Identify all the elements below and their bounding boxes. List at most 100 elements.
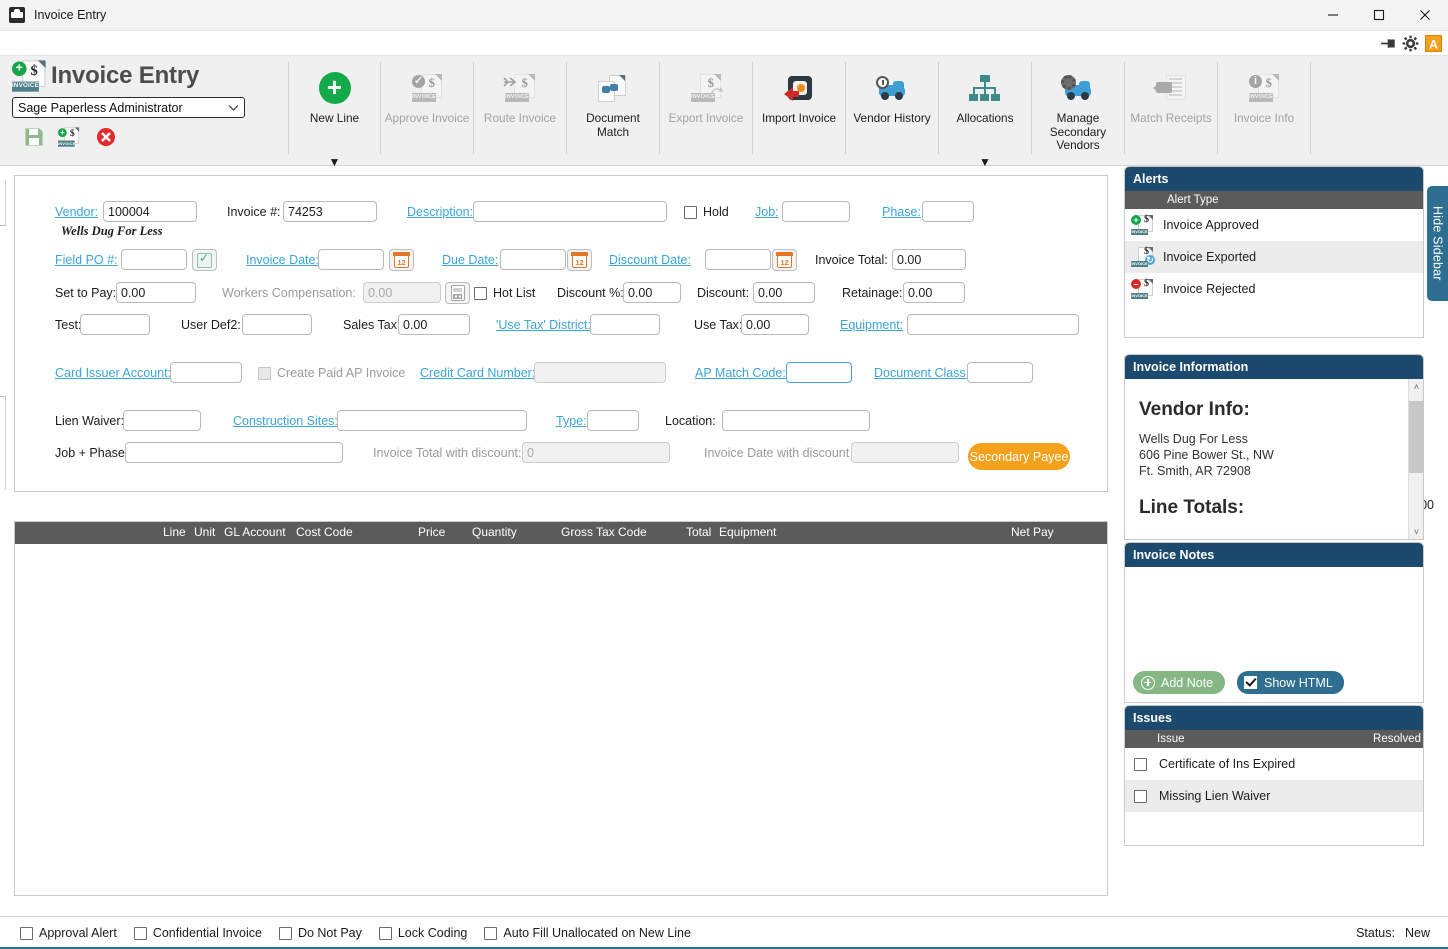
maximize-button[interactable] bbox=[1356, 0, 1402, 31]
cancel-icon[interactable] bbox=[96, 127, 116, 147]
approval-alert-checkbox[interactable]: Approval Alert bbox=[20, 926, 117, 940]
grid-col-quantity[interactable]: Quantity bbox=[472, 525, 517, 539]
invoice-total-input[interactable] bbox=[892, 249, 966, 270]
grid-col-unit[interactable]: Unit bbox=[194, 525, 215, 539]
scroll-up-icon[interactable]: ˄ bbox=[1409, 379, 1423, 394]
type-label[interactable]: Type: bbox=[556, 414, 587, 428]
ribbon-button-invoice-info[interactable]: $ i INVOICE Invoice Info bbox=[1218, 62, 1311, 154]
invoice-date-label[interactable]: Invoice Date: bbox=[246, 253, 319, 267]
grid-col-net-pay[interactable]: Net Pay bbox=[1011, 525, 1054, 539]
test-input[interactable] bbox=[80, 314, 150, 335]
due-date-input[interactable] bbox=[500, 249, 566, 270]
grid-col-gl-account[interactable]: GL Account bbox=[224, 525, 286, 539]
equipment-label[interactable]: Equipment: bbox=[840, 318, 903, 332]
ap-match-code-label[interactable]: AP Match Code: bbox=[695, 366, 786, 380]
vendor-input[interactable] bbox=[103, 201, 197, 222]
workers-compensation-calculator-button[interactable] bbox=[445, 282, 470, 304]
ribbon-button-new-line[interactable]: + New Line ▼ bbox=[288, 62, 381, 168]
hide-sidebar-tab[interactable]: Hide Sidebar bbox=[1427, 186, 1448, 301]
user-select[interactable]: Sage Paperless Administrator bbox=[12, 97, 245, 118]
due-date-calendar-button[interactable]: 12 bbox=[567, 249, 592, 271]
grid-col-price[interactable]: Price bbox=[418, 525, 445, 539]
hold-checkbox[interactable]: Hold bbox=[684, 205, 729, 219]
phase-label[interactable]: Phase: bbox=[882, 205, 921, 219]
ap-match-code-input[interactable] bbox=[786, 362, 852, 383]
ribbon-button-match-receipts[interactable]: Match Receipts bbox=[1125, 62, 1218, 154]
discount-date-input[interactable] bbox=[705, 249, 771, 270]
close-button[interactable] bbox=[1402, 0, 1448, 31]
description-label[interactable]: Description: bbox=[407, 205, 473, 219]
field-po-lookup-button[interactable] bbox=[192, 249, 217, 271]
due-date-label[interactable]: Due Date: bbox=[442, 253, 498, 267]
field-po-label[interactable]: Field PO #: bbox=[55, 253, 118, 267]
issue-row-missing-lien-waiver[interactable]: Missing Lien Waiver bbox=[1125, 780, 1423, 812]
discount-date-calendar-button[interactable]: 12 bbox=[772, 249, 797, 271]
job-label[interactable]: Job: bbox=[755, 205, 779, 219]
do-not-pay-checkbox[interactable]: Do Not Pay bbox=[278, 926, 362, 940]
alert-row-invoice-approved[interactable]: $ + INVOICE Invoice Approved bbox=[1125, 209, 1423, 241]
type-input[interactable] bbox=[587, 410, 639, 431]
user-def2-input[interactable] bbox=[242, 314, 312, 335]
field-po-input[interactable] bbox=[121, 249, 187, 270]
hot-list-checkbox[interactable]: Hot List bbox=[474, 286, 535, 300]
discount-date-label[interactable]: Discount Date: bbox=[609, 253, 691, 267]
save-icon[interactable] bbox=[24, 127, 44, 147]
credit-card-number-label[interactable]: Credit Card Number: bbox=[420, 366, 535, 380]
scroll-down-icon[interactable]: ˅ bbox=[1409, 524, 1423, 539]
retainage-input[interactable] bbox=[903, 282, 965, 303]
card-issuer-account-input[interactable] bbox=[170, 362, 242, 383]
ribbon-button-export-invoice[interactable]: $ INVOICE Export Invoice bbox=[660, 62, 753, 154]
job-phase-input[interactable] bbox=[125, 442, 343, 463]
use-tax-district-label[interactable]: 'Use Tax' District: bbox=[496, 318, 591, 332]
ribbon-button-vendor-history[interactable]: Vendor History bbox=[846, 62, 939, 154]
invoice-number-input[interactable] bbox=[283, 201, 377, 222]
left-collapse-strip[interactable] bbox=[0, 180, 6, 490]
scrollbar-thumb[interactable] bbox=[1409, 401, 1423, 473]
chevron-down-icon[interactable]: ▼ bbox=[979, 156, 991, 168]
grid-col-line[interactable]: Line bbox=[163, 525, 186, 539]
discount-input[interactable] bbox=[753, 282, 815, 303]
lock-coding-checkbox[interactable]: Lock Coding bbox=[378, 926, 467, 940]
line-items-grid[interactable]: Line Unit GL Account Cost Code Price Qua… bbox=[14, 521, 1108, 896]
issue-row-certificate-of-ins-expired[interactable]: Certificate of Ins Expired bbox=[1125, 748, 1423, 780]
vendor-label[interactable]: Vendor: bbox=[55, 205, 98, 219]
issue-resolved-checkbox[interactable] bbox=[1134, 789, 1147, 803]
secondary-payee-button[interactable]: Secondary Payee bbox=[968, 443, 1070, 470]
invoice-information-scrollbar[interactable]: ˄ ˅ bbox=[1408, 379, 1423, 539]
ribbon-button-route-invoice[interactable]: $ INVOICE Route Invoice bbox=[474, 62, 567, 154]
alert-row-invoice-rejected[interactable]: $ – INVOICE Invoice Rejected bbox=[1125, 273, 1423, 305]
ribbon-button-manage-secondary-vendors[interactable]: Manage Secondary Vendors bbox=[1032, 62, 1125, 154]
invoice-notes-body[interactable]: Add Note Show HTML bbox=[1125, 567, 1423, 702]
discount-percent-input[interactable] bbox=[623, 282, 681, 303]
use-tax-district-input[interactable] bbox=[590, 314, 660, 335]
grid-col-tax-code[interactable]: Tax Code bbox=[596, 525, 647, 539]
invoice-date-calendar-button[interactable]: 12 bbox=[389, 249, 414, 271]
save-new-invoice-icon[interactable]: $ + INVOICE bbox=[58, 127, 80, 147]
lien-waiver-input[interactable] bbox=[123, 410, 201, 431]
ribbon-button-approve-invoice[interactable]: $ ✓ INVOICE Approve Invoice bbox=[381, 62, 474, 154]
ribbon-button-import-invoice[interactable]: Import Invoice bbox=[753, 62, 846, 154]
location-input[interactable] bbox=[722, 410, 870, 431]
job-input[interactable] bbox=[782, 201, 850, 222]
description-input[interactable] bbox=[473, 201, 667, 222]
phase-input[interactable] bbox=[922, 201, 974, 222]
construction-sites-input[interactable] bbox=[337, 410, 527, 431]
pin-icon[interactable] bbox=[1379, 35, 1396, 52]
show-html-toggle[interactable]: Show HTML bbox=[1237, 671, 1344, 694]
grid-col-equipment[interactable]: Equipment bbox=[719, 525, 776, 539]
use-tax-input[interactable] bbox=[741, 314, 809, 335]
ribbon-button-allocations[interactable]: Allocations ▼ bbox=[939, 62, 1032, 168]
gear-icon[interactable] bbox=[1402, 35, 1419, 52]
document-class-input[interactable] bbox=[967, 362, 1033, 383]
add-note-button[interactable]: Add Note bbox=[1133, 671, 1226, 694]
auto-fill-unallocated-checkbox[interactable]: Auto Fill Unallocated on New Line bbox=[484, 926, 691, 940]
document-class-label[interactable]: Document Class: bbox=[874, 366, 969, 380]
invoice-date-input[interactable] bbox=[318, 249, 384, 270]
grid-col-gross[interactable]: Gross bbox=[561, 525, 593, 539]
card-issuer-account-label[interactable]: Card Issuer Account: bbox=[55, 366, 171, 380]
chevron-down-icon[interactable]: ▼ bbox=[329, 156, 341, 168]
equipment-input[interactable] bbox=[907, 314, 1079, 335]
sales-tax-input[interactable] bbox=[398, 314, 470, 335]
confidential-invoice-checkbox[interactable]: Confidential Invoice bbox=[133, 926, 262, 940]
assist-icon[interactable]: A bbox=[1425, 34, 1442, 52]
